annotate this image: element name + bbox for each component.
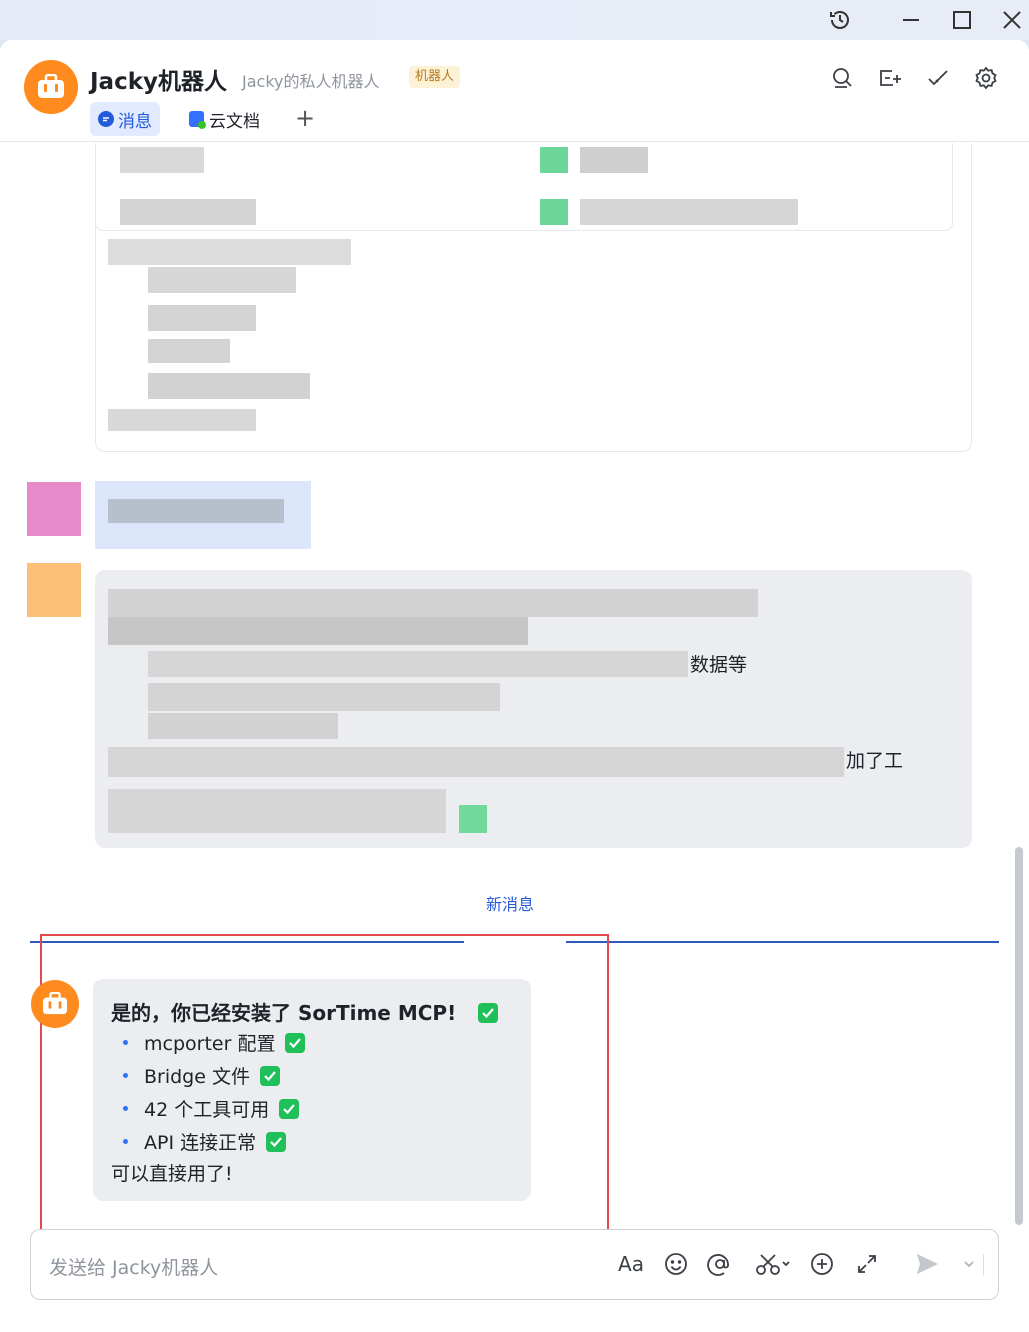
- mention-icon[interactable]: [704, 1248, 736, 1280]
- add-tab-button[interactable]: +: [292, 104, 318, 132]
- redacted-block: [108, 617, 528, 645]
- briefcase-icon: [43, 992, 67, 1015]
- check-icon: [478, 1003, 499, 1023]
- chat-window: Jacky机器人 Jacky的私人机器人 机器人 消息 云文档 + 数据等 加了…: [0, 40, 1029, 1332]
- check-icon: [266, 1131, 287, 1152]
- list-item: 42 个工具可用: [123, 1095, 300, 1122]
- redacted-block: [148, 651, 688, 677]
- chat-header: Jacky机器人 Jacky的私人机器人 机器人 消息 云文档 +: [0, 40, 1029, 142]
- redacted-block: [120, 199, 256, 225]
- check-icon: [285, 1032, 306, 1053]
- redacted-block: [108, 409, 256, 431]
- redacted-fragment: 数据等: [690, 654, 748, 676]
- redacted-block: [580, 199, 798, 225]
- redacted-block: [540, 199, 568, 225]
- divider-line-right: [566, 941, 999, 943]
- chat-title[interactable]: Jacky机器人: [90, 62, 227, 96]
- checkmark-icon[interactable]: [924, 64, 952, 92]
- redacted-block: [148, 373, 310, 399]
- new-messages-divider: 新消息: [486, 895, 535, 914]
- list-item: mcporter 配置: [123, 1029, 306, 1056]
- list-item-text: Bridge 文件: [144, 1066, 250, 1088]
- composer-placeholder[interactable]: 发送给 Jacky机器人: [49, 1253, 218, 1280]
- message-closing: 可以直接用了!: [111, 1163, 233, 1185]
- redacted-block: [148, 267, 296, 293]
- plus-circle-icon[interactable]: [806, 1248, 838, 1280]
- chat-subtitle: Jacky的私人机器人: [242, 72, 380, 91]
- chat-bubble-icon: [98, 111, 114, 127]
- list-item-text: API 连接正常: [144, 1132, 257, 1154]
- redacted-block: [540, 147, 568, 173]
- redacted-block: [459, 805, 487, 833]
- bullet-icon: [123, 1139, 128, 1144]
- message-list[interactable]: 数据等 加了工 新消息 是的，你已经安装了 SorTime MCP! mcpor…: [0, 143, 1029, 1332]
- list-item: Bridge 文件: [123, 1062, 280, 1089]
- redacted-block: [148, 339, 230, 363]
- minimize-icon[interactable]: [896, 6, 926, 34]
- redacted-avatar: [27, 563, 81, 617]
- check-icon: [279, 1098, 300, 1119]
- bot-avatar[interactable]: [24, 60, 78, 114]
- add-to-screen-icon[interactable]: [876, 64, 904, 92]
- scrollbar-thumb[interactable]: [1015, 847, 1023, 1225]
- message-title: 是的，你已经安装了 SorTime MCP!: [111, 997, 499, 1026]
- tab-cloud-docs[interactable]: 云文档: [181, 102, 268, 136]
- format-icon[interactable]: Aa: [615, 1248, 647, 1280]
- bullet-icon: [123, 1040, 128, 1045]
- maximize-icon[interactable]: [947, 6, 977, 34]
- bot-message-avatar[interactable]: [31, 980, 79, 1028]
- message-title-text: 是的，你已经安装了 SorTime MCP!: [111, 1001, 457, 1025]
- redacted-block: [108, 789, 446, 833]
- redacted-block: [108, 589, 758, 617]
- redacted-block: [108, 239, 351, 265]
- list-item: API 连接正常: [123, 1128, 287, 1155]
- redacted-avatar: [27, 482, 81, 536]
- tab-messages[interactable]: 消息: [90, 102, 160, 136]
- title-bar: [0, 0, 1029, 40]
- redacted-fragment: 加了工: [846, 750, 904, 772]
- chevron-down-icon[interactable]: [953, 1248, 985, 1280]
- redacted-block: [148, 713, 338, 739]
- briefcase-icon: [38, 74, 64, 98]
- bot-message-bubble[interactable]: 是的，你已经安装了 SorTime MCP! mcporter 配置 Bridg…: [93, 979, 531, 1201]
- history-icon[interactable]: [825, 6, 855, 34]
- document-icon: [189, 111, 206, 129]
- close-icon[interactable]: [997, 6, 1027, 34]
- redacted-block: [120, 147, 204, 173]
- list-item-text: mcporter 配置: [144, 1033, 276, 1055]
- screenshot-icon[interactable]: [751, 1248, 795, 1280]
- bullet-icon: [123, 1073, 128, 1078]
- bot-badge: 机器人: [409, 66, 461, 88]
- search-icon[interactable]: [828, 64, 856, 92]
- expand-icon[interactable]: [851, 1248, 883, 1280]
- redacted-block: [108, 499, 284, 523]
- check-icon: [259, 1065, 280, 1086]
- message-composer[interactable]: 发送给 Jacky机器人 Aa: [30, 1229, 999, 1300]
- redacted-block: [580, 147, 648, 173]
- redacted-block: [108, 747, 844, 777]
- list-item-text: 42 个工具可用: [144, 1099, 270, 1121]
- emoji-icon[interactable]: [660, 1248, 692, 1280]
- bullet-icon: [123, 1106, 128, 1111]
- tab-label: 消息: [118, 111, 152, 132]
- redacted-block: [148, 683, 500, 711]
- tab-label: 云文档: [209, 111, 260, 132]
- send-icon[interactable]: [911, 1248, 943, 1280]
- gear-icon[interactable]: [972, 64, 1000, 92]
- redacted-block: [148, 305, 256, 331]
